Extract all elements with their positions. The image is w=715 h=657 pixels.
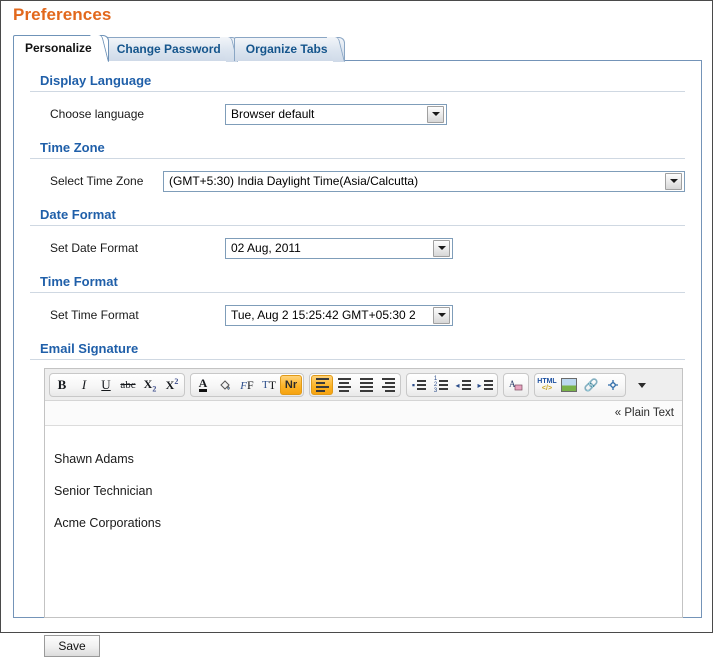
clear-formatting-icon[interactable]: A (505, 375, 527, 395)
align-right-icon[interactable] (377, 375, 399, 395)
tab-organize-tabs-label: Organize Tabs (245, 42, 328, 56)
section-heading-time-zone: Time Zone (30, 140, 685, 159)
field-row-set-time-format: Set Time Format Tue, Aug 2 15:25:42 GMT+… (30, 302, 685, 328)
field-row-set-date-format: Set Date Format 02 Aug, 2011 (30, 235, 685, 261)
align-left-icon[interactable] (311, 375, 333, 395)
set-date-format-label: Set Date Format (50, 241, 139, 255)
set-time-format-select[interactable]: Tue, Aug 2 15:25:42 GMT+05:30 2 (225, 304, 453, 326)
select-time-zone-value: (GMT+5:30) India Daylight Time(Asia/Calc… (169, 173, 419, 188)
indent-icon[interactable]: ▸ (474, 375, 496, 395)
select-time-zone-label: Select Time Zone (50, 174, 144, 188)
set-date-format-value: 02 Aug, 2011 (231, 240, 301, 255)
unlink-icon[interactable] (602, 375, 624, 395)
signature-line: Acme Corporations (54, 516, 161, 530)
signature-editor: B I U abc X2 X2 A FF T T Nr ▪ 1 2 3 ◂ ▸ … (44, 368, 683, 618)
signature-line: Shawn Adams (54, 452, 134, 466)
toolbar-group-alignment (309, 373, 401, 397)
set-time-format-label: Set Time Format (50, 308, 139, 322)
tab-personalize[interactable]: Personalize (13, 35, 109, 62)
toolbar-group-clear-format: A (503, 373, 529, 397)
bold-icon[interactable]: B (51, 375, 73, 395)
select-time-zone-select[interactable]: (GMT+5:30) India Daylight Time(Asia/Calc… (163, 170, 685, 192)
section-heading-time-format: Time Format (30, 274, 685, 293)
insert-link-icon[interactable]: 🔗 (580, 375, 602, 395)
plain-text-link[interactable]: « Plain Text (615, 407, 674, 419)
tab-personalize-label: Personalize (25, 41, 92, 55)
signature-text-area[interactable]: Shawn Adams Senior Technician Acme Corpo… (45, 426, 682, 617)
form-actions: Save (44, 635, 685, 657)
chevron-down-icon[interactable] (427, 105, 444, 123)
tab-bar: Personalize Change Password Organize Tab… (13, 35, 345, 62)
outdent-icon[interactable]: ◂ (452, 375, 474, 395)
font-size-icon[interactable]: TT (258, 375, 280, 395)
set-date-format-select[interactable]: 02 Aug, 2011 (225, 237, 453, 259)
underline-icon[interactable]: U (95, 375, 117, 395)
font-family-icon[interactable]: FF (236, 375, 258, 395)
font-color-icon[interactable]: A (192, 375, 214, 395)
editor-toolbar: B I U abc X2 X2 A FF T T Nr ▪ 1 2 3 ◂ ▸ … (45, 369, 682, 401)
strikethrough-icon[interactable]: abc (117, 375, 139, 395)
background-color-icon[interactable] (214, 375, 236, 395)
align-center-icon[interactable] (333, 375, 355, 395)
section-heading-date-format: Date Format (30, 207, 685, 226)
align-justify-icon[interactable] (355, 375, 377, 395)
tab-edge (326, 37, 345, 62)
signature-line: Senior Technician (54, 484, 153, 498)
tab-organize-tabs[interactable]: Organize Tabs (233, 37, 345, 62)
chevron-down-icon[interactable] (433, 239, 450, 257)
personalize-panel: Display Language Choose language Browser… (13, 60, 702, 657)
toolbar-group-lists: ▪ 123 ◂ ▸ (406, 373, 498, 397)
tab-change-password-label: Change Password (116, 42, 221, 56)
tab-change-password[interactable]: Change Password (104, 37, 238, 62)
tab-edge (89, 35, 109, 62)
section-heading-email-signature: Email Signature (30, 341, 685, 360)
normal-format-icon[interactable]: Nr (280, 375, 302, 395)
more-options-icon[interactable] (631, 375, 653, 395)
section-heading-display-language: Display Language (30, 73, 685, 92)
toolbar-group-font-style: A FF TT Nr (190, 373, 304, 397)
numbered-list-icon[interactable]: 123 (430, 375, 452, 395)
editor-mode-bar: « Plain Text (45, 401, 682, 426)
field-row-choose-language: Choose language Browser default (30, 101, 685, 127)
choose-language-select[interactable]: Browser default (225, 103, 447, 125)
chevron-down-icon[interactable] (433, 306, 450, 324)
subscript-icon[interactable]: X2 (139, 375, 161, 395)
choose-language-value: Browser default (231, 106, 315, 121)
bullet-list-icon[interactable]: ▪ (408, 375, 430, 395)
save-button[interactable]: Save (44, 635, 100, 657)
toolbar-group-insert: HTML </> 🔗 (534, 373, 626, 397)
field-row-select-time-zone: Select Time Zone (GMT+5:30) India Daylig… (30, 168, 685, 194)
choose-language-label: Choose language (50, 107, 145, 121)
italic-icon[interactable]: I (73, 375, 95, 395)
preferences-window: Preferences Personalize Change Password … (0, 0, 713, 657)
superscript-icon[interactable]: X2 (161, 375, 183, 395)
page-title: Preferences (13, 5, 112, 24)
set-time-format-value: Tue, Aug 2 15:25:42 GMT+05:30 2 (231, 307, 416, 322)
html-source-icon[interactable]: HTML </> (536, 375, 558, 395)
toolbar-group-text-style: B I U abc X2 X2 (49, 373, 185, 397)
insert-image-icon[interactable] (558, 375, 580, 395)
chevron-down-icon[interactable] (665, 172, 682, 190)
